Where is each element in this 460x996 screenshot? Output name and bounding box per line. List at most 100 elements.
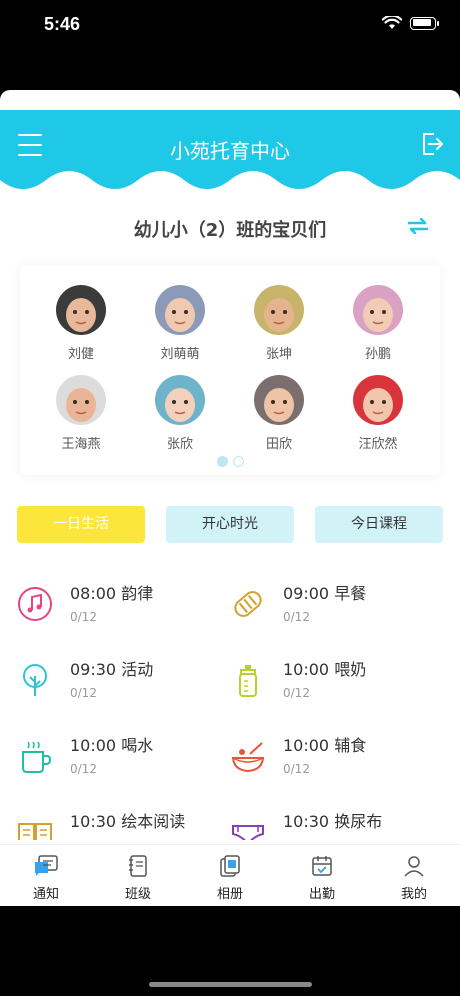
schedule-count: 0/12 <box>70 762 97 776</box>
kid-name: 张坤 <box>265 347 292 362</box>
kids-card: 刘健 刘萌萌 张坤 孙鹏王海燕 张欣 田欣 汪欣然 <box>20 265 440 475</box>
schedule-count: 0/12 <box>70 838 97 840</box>
schedule-count: 0/12 <box>70 686 97 700</box>
schedule-title: 10:00 喝水 <box>70 736 154 755</box>
wifi-icon <box>382 16 402 29</box>
cup-icon <box>22 741 52 773</box>
switch-class-icon[interactable] <box>408 218 428 234</box>
nav-label: 我的 <box>400 887 427 902</box>
schedule-item[interactable]: 09:30 活动 0/12 <box>17 656 217 716</box>
avatar-photo <box>254 375 304 425</box>
avatar <box>353 285 403 335</box>
kid-name: 张欣 <box>166 437 193 452</box>
avatar <box>56 285 106 335</box>
schedule-item[interactable]: 08:00 韵律 0/12 <box>17 580 217 640</box>
nav-label: 相册 <box>216 887 243 902</box>
nav-album[interactable]: 相册 <box>184 845 276 906</box>
avatar-photo <box>56 375 106 425</box>
tab-today-course[interactable]: 今日课程 <box>315 506 443 543</box>
schedule-count: 0/12 <box>283 838 310 840</box>
schedule-title: 09:30 活动 <box>70 660 154 679</box>
schedule-list: 08:00 韵律 0/12 09:00 早餐 0/12 09:30 活动 0/12 10:0… <box>0 560 460 840</box>
home-indicator <box>149 982 312 987</box>
schedule-item[interactable]: 09:00 早餐 0/12 <box>230 580 430 640</box>
schedule-title: 08:00 韵律 <box>70 584 154 603</box>
kid-name: 王海燕 <box>61 437 101 452</box>
kid-name: 田欣 <box>265 437 292 452</box>
chat-icon <box>35 855 58 876</box>
kid-item[interactable]: 刘萌萌 <box>140 285 220 362</box>
app-screen: 小苑托育中心 幼儿小（2）班的宝贝们 刘健 刘萌萌 张坤 孙鹏王海燕 张欣 田欣 汪欣然 一… <box>0 90 460 906</box>
nav-label: 通知 <box>32 887 59 902</box>
nav-notice[interactable]: 通知 <box>0 845 92 906</box>
kid-name: 刘健 <box>67 347 94 362</box>
schedule-title: 10:30 绘本阅读 <box>70 812 186 831</box>
tab-daily-life[interactable]: 一日生活 <box>17 506 145 543</box>
album-icon <box>220 855 240 877</box>
schedule-count: 0/12 <box>283 762 310 776</box>
class-title: 幼儿小（2）班的宝贝们 <box>133 220 327 241</box>
kid-name: 汪欣然 <box>358 437 398 452</box>
tab-happy-time[interactable]: 开心时光 <box>166 506 294 543</box>
avatar <box>56 375 106 425</box>
music-icon <box>18 587 52 621</box>
book-icon <box>18 823 52 840</box>
avatar <box>155 375 205 425</box>
avatar-photo <box>155 375 205 425</box>
bread-icon <box>234 591 262 617</box>
user-icon <box>404 856 424 877</box>
kid-item[interactable]: 田欣 <box>239 375 319 452</box>
notebook-icon <box>129 855 147 877</box>
schedule-title: 10:00 辅食 <box>283 736 367 755</box>
schedule-item[interactable]: 10:00 喝水 0/12 <box>17 732 217 792</box>
schedule-item[interactable]: 10:00 喂奶 0/12 <box>230 656 430 716</box>
avatar <box>254 285 304 335</box>
schedule-count: 0/12 <box>283 686 310 700</box>
schedule-title: 09:00 早餐 <box>283 584 367 603</box>
status-icons <box>382 16 439 30</box>
schedule-item[interactable]: 10:30 换尿布 0/12 <box>230 808 430 840</box>
kid-item[interactable]: 孙鹏 <box>338 285 418 362</box>
avatar-photo <box>56 285 106 335</box>
status-bar: 5:46 <box>0 0 460 50</box>
schedule-count: 0/12 <box>70 610 97 624</box>
kid-item[interactable]: 张欣 <box>140 375 220 452</box>
schedule-title: 10:30 换尿布 <box>283 812 383 831</box>
schedule-item[interactable]: 10:00 辅食 0/12 <box>230 732 430 792</box>
kid-name: 刘萌萌 <box>160 347 200 362</box>
kid-item[interactable]: 刘健 <box>41 285 121 362</box>
nav-class[interactable]: 班级 <box>92 845 184 906</box>
schedule-title: 10:00 喂奶 <box>283 660 367 679</box>
status-time: 5:46 <box>44 14 81 34</box>
avatar <box>254 375 304 425</box>
page-dots <box>20 456 440 467</box>
calendar-icon <box>312 856 332 876</box>
header: 小苑托育中心 <box>0 110 460 196</box>
schedule-item[interactable]: 10:30 绘本阅读 0/12 <box>17 808 217 840</box>
nav-label: 班级 <box>124 887 151 902</box>
baby-bottle-icon <box>239 665 257 697</box>
diaper-icon <box>232 825 264 840</box>
kid-item[interactable]: 汪欣然 <box>338 375 418 452</box>
nav-mine[interactable]: 我的 <box>368 845 460 906</box>
page-title: 小苑托育中心 <box>170 139 290 163</box>
kid-item[interactable]: 张坤 <box>239 285 319 362</box>
page-dot-active[interactable] <box>216 456 228 467</box>
page-dot[interactable] <box>232 456 244 467</box>
bottom-nav: 通知 班级 相册 出勤 我的 <box>0 844 460 906</box>
schedule-count: 0/12 <box>283 610 310 624</box>
tree-icon <box>23 664 47 696</box>
nav-attendance[interactable]: 出勤 <box>276 845 368 906</box>
avatar <box>353 375 403 425</box>
nav-label: 出勤 <box>308 887 335 902</box>
tab-bar: 一日生活 开心时光 今日课程 <box>17 506 443 543</box>
logout-icon[interactable] <box>420 132 444 156</box>
bowl-icon <box>231 742 265 773</box>
kid-item[interactable]: 王海燕 <box>41 375 121 452</box>
battery-icon <box>410 16 439 30</box>
avatar-photo <box>155 285 205 335</box>
avatar <box>155 285 205 335</box>
avatar-photo <box>254 285 304 335</box>
avatar-photo <box>353 375 403 425</box>
kid-name: 孙鹏 <box>364 347 391 362</box>
